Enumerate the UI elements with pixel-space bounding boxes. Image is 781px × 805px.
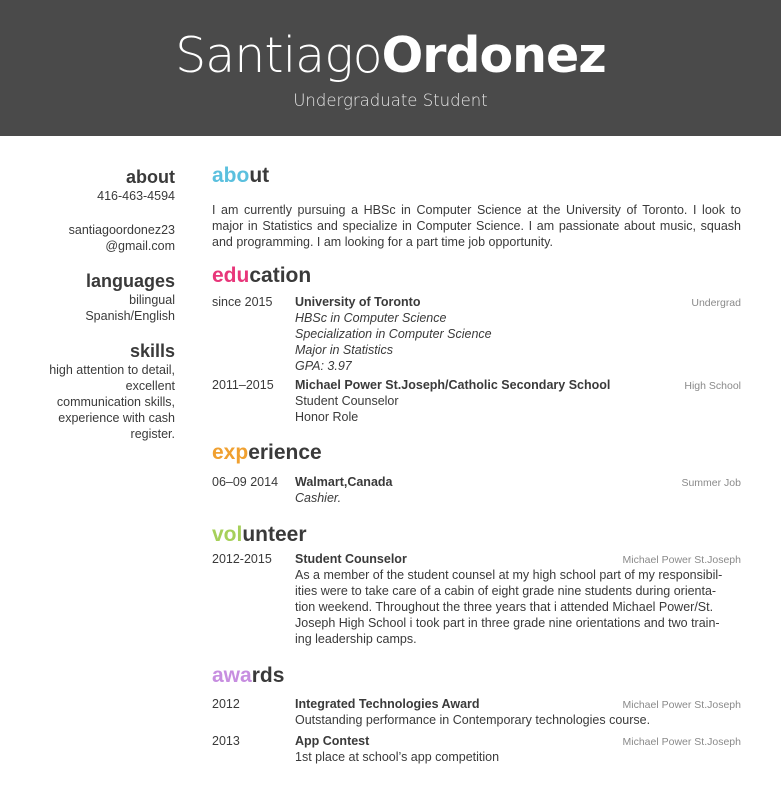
title-rest: cation bbox=[249, 264, 312, 287]
language-item: Spanish/English bbox=[85, 309, 175, 323]
entry-date: since 2015 bbox=[212, 295, 273, 309]
entry-line: GPA: 3.97 bbox=[295, 359, 352, 373]
first-name: Santiago bbox=[175, 27, 382, 84]
entry-title: Walmart,Canada bbox=[295, 475, 393, 489]
title-accent: edu bbox=[212, 264, 250, 287]
volunteer-entry: 2012-2015 Michael Power St.Joseph Studen… bbox=[212, 551, 741, 647]
email-line-1: santiagoordonez23 bbox=[68, 223, 175, 237]
entry-line: As a member of the student counsel at my… bbox=[295, 568, 723, 582]
title-accent: exp bbox=[212, 441, 249, 464]
entry-location: Michael Power St.Joseph bbox=[622, 699, 741, 711]
title-rest: ut bbox=[249, 164, 270, 187]
entry-location: Undergrad bbox=[691, 297, 741, 309]
main-content: about I am currently pursuing a HBSc in … bbox=[212, 163, 741, 765]
volunteer-section-title: volunteer bbox=[212, 522, 741, 548]
experience-section-title: experience bbox=[212, 440, 741, 466]
title-accent: vol bbox=[212, 523, 243, 546]
entry-date: 2012-2015 bbox=[212, 552, 272, 566]
entry-line: Outstanding performance in Contemporary … bbox=[295, 713, 651, 727]
awards-section-title: awards bbox=[212, 663, 741, 689]
entry-line: Major in Statistics bbox=[295, 343, 393, 357]
entry-line: Cashier. bbox=[295, 491, 342, 505]
phone-number: 416-463-4594 bbox=[97, 189, 175, 203]
email-line-2: @gmail.com bbox=[105, 239, 175, 253]
entry-line: Specialization in Computer Science bbox=[295, 327, 492, 341]
entry-line: tion weekend. Throughout the three years… bbox=[295, 600, 714, 614]
entry-date: 2013 bbox=[212, 734, 240, 748]
entry-line: Honor Role bbox=[295, 410, 359, 424]
entry-line: Student Counselor bbox=[295, 394, 399, 408]
skill-line: register. bbox=[130, 427, 175, 441]
header-banner: SantiagoOrdonez Undergraduate Student bbox=[0, 0, 781, 136]
entry-location: Summer Job bbox=[681, 477, 741, 489]
entry-date: 2011–2015 bbox=[212, 378, 274, 392]
title-rest: rds bbox=[251, 664, 285, 687]
skill-line: excellent bbox=[125, 379, 175, 393]
title-accent: abo bbox=[212, 164, 250, 187]
about-text: I am currently pursuing a HBSc in Comput… bbox=[212, 203, 741, 249]
entry-title: University of Toronto bbox=[295, 295, 421, 309]
entry-title: Michael Power St.Joseph/Catholic Seconda… bbox=[295, 378, 611, 392]
entry-date: 06–09 2014 bbox=[212, 475, 279, 489]
last-name: Ordonez bbox=[381, 27, 607, 84]
experience-entry: 06–09 2014 Summer Job Walmart,Canada Cas… bbox=[212, 474, 741, 506]
education-entry: since 2015 Undergrad University of Toron… bbox=[212, 294, 741, 374]
entry-line: ing leadership camps. bbox=[295, 632, 417, 646]
sidebar-skills-heading: skills bbox=[129, 341, 175, 361]
entry-line: Joseph High School i took part in three … bbox=[295, 616, 720, 630]
title-rest: erience bbox=[248, 441, 322, 464]
education-section-title: education bbox=[212, 263, 741, 289]
entry-date: 2012 bbox=[212, 697, 240, 711]
entry-line: HBSc in Computer Science bbox=[295, 311, 447, 325]
entry-location: Michael Power St.Joseph bbox=[622, 554, 741, 566]
full-name: SantiagoOrdonez bbox=[0, 26, 781, 86]
sidebar-languages-heading: languages bbox=[85, 271, 175, 291]
award-entry: 2012 Michael Power St.Joseph Integrated … bbox=[212, 696, 741, 728]
skill-line: communication skills, bbox=[56, 395, 175, 409]
language-item: bilingual bbox=[129, 293, 175, 307]
entry-line: 1st place at school’s app competition bbox=[295, 750, 500, 764]
subtitle: Undergraduate Student bbox=[293, 91, 488, 110]
entry-line: ities were to take care of a cabin of ei… bbox=[295, 584, 717, 598]
sidebar: about 416-463-4594 santiagoordonez23 @gm… bbox=[20, 166, 175, 442]
award-entry: 2013 Michael Power St.Joseph App Contest… bbox=[212, 733, 741, 765]
education-entry: 2011–2015 High School Michael Power St.J… bbox=[212, 377, 741, 425]
title-accent: awa bbox=[212, 664, 252, 687]
sidebar-about-heading: about bbox=[126, 167, 175, 187]
about-section-title: about bbox=[212, 163, 741, 189]
entry-location: High School bbox=[684, 380, 741, 392]
entry-location: Michael Power St.Joseph bbox=[622, 736, 741, 748]
skill-line: high attention to detail, bbox=[49, 363, 175, 377]
skill-line: experience with cash bbox=[58, 411, 175, 425]
title-rest: unteer bbox=[242, 523, 307, 546]
